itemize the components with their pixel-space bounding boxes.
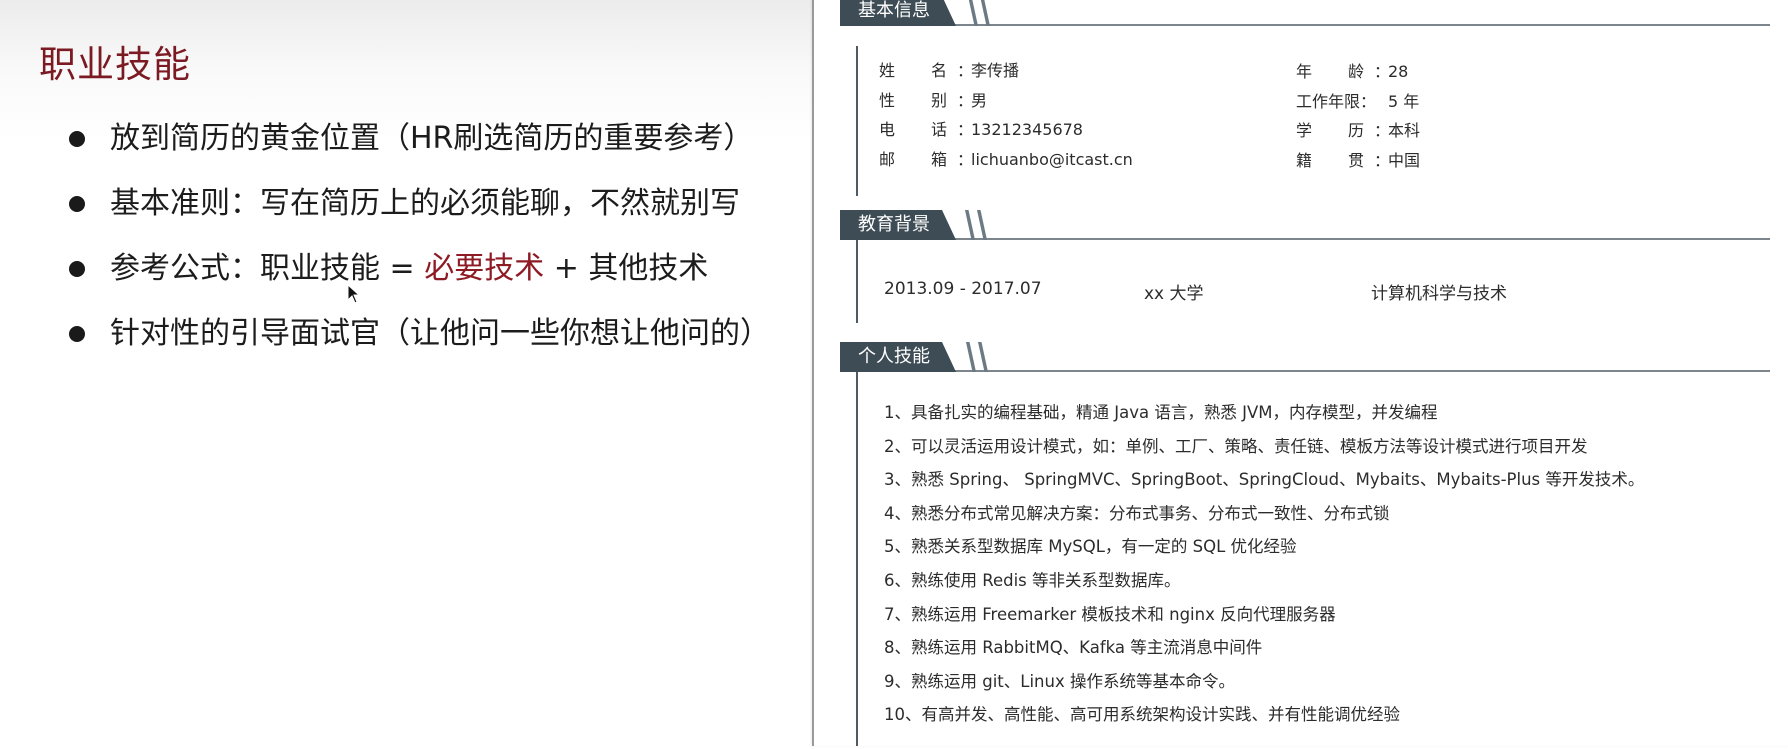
info-label: 性 别： — [879, 90, 984, 110]
skill-item: 4、熟悉分布式常见解决方案：分布式事务、分布式一致性、分布式锁 — [884, 503, 1390, 523]
skill-item: 5、熟悉关系型数据库 MySQL，有一定的 SQL 优化经验 — [884, 537, 1297, 557]
info-label: 学 历： — [1296, 121, 1401, 140]
bullet-dot-icon — [69, 326, 85, 342]
info-label: 邮 箱： — [879, 149, 984, 169]
skill-item: 2、可以灵活运用设计模式，如：单例、工厂、策略、责任链、模板方法等设计模式进行项… — [884, 436, 1588, 456]
bullet-text: 针对性的引导面试官（让他问一些你想让他问的） — [110, 316, 770, 351]
section-divider-line — [856, 372, 858, 746]
basic-info-left: 姓 名：李传播 性 别：男 电 话：13212345678 邮 箱：lichua… — [879, 56, 1133, 174]
education-school: xx 大学 — [1144, 284, 1204, 304]
bullet-item: 放到简历的黄金位置（HR刷选简历的重要参考） — [66, 116, 770, 181]
resume-document: 基本信息 姓 名：李传播 性 别：男 电 话：13212345678 邮 箱：l… — [812, 0, 1788, 746]
skill-item: 1、具备扎实的编程基础，精通 Java 语言，熟悉 JVM，内存模型，并发编程 — [884, 403, 1438, 422]
info-value: 男 — [971, 90, 988, 110]
basic-info-right: 年 龄：28 工作年限： 5 年 学 历：本科 籍 贯：中国 — [1296, 57, 1420, 175]
bullet-text: 放到简历的黄金位置（HR刷选简历的重要参考） — [110, 121, 754, 156]
info-value: lichuanbo@itcast.cn — [971, 149, 1133, 169]
info-row: 姓 名：李传播 — [879, 56, 1133, 86]
bullet-dot-icon — [69, 196, 85, 212]
skill-item: 10、有高并发、高性能、高可用系统架构设计实践、并有性能调优经验 — [884, 705, 1400, 725]
info-value: 28 — [1388, 62, 1409, 81]
section-divider-line — [856, 240, 858, 323]
section-title: 个人技能 — [840, 342, 956, 372]
skill-item: 6、熟练使用 Redis 等非关系型数据库。 — [884, 570, 1181, 590]
skill-item: 3、熟悉 Spring、 SpringMVC、SpringBoot、Spring… — [884, 470, 1645, 490]
info-label: 姓 名： — [879, 61, 984, 80]
info-row: 籍 贯：中国 — [1296, 146, 1420, 176]
section-title: 基本信息 — [840, 0, 956, 26]
info-value: 本科 — [1388, 121, 1421, 140]
bullet-list: 放到简历的黄金位置（HR刷选简历的重要参考） 基本准则：写在简历上的必须能聊，不… — [66, 116, 770, 376]
info-value: 中国 — [1388, 150, 1421, 170]
info-label: 年 龄： — [1296, 62, 1401, 81]
info-label: 电 话： — [879, 120, 984, 139]
skill-item: 9、熟练运用 git、Linux 操作系统等基本命令。 — [884, 671, 1235, 691]
formula-highlight: 必要技术 — [424, 251, 545, 286]
info-row: 学 历：本科 — [1296, 116, 1420, 146]
info-label: 工作年限： — [1296, 91, 1377, 111]
bullet-item: 基本准则：写在简历上的必须能聊，不然就别写 — [66, 181, 770, 246]
skill-item: 8、熟练运用 RabbitMQ、Kafka 等主流消息中间件 — [884, 638, 1263, 658]
section-title: 教育背景 — [840, 210, 956, 240]
info-row: 电 话：13212345678 — [879, 115, 1133, 145]
info-row: 性 别：男 — [879, 86, 1133, 116]
info-value: 13212345678 — [971, 120, 1083, 139]
bullet-text: 基本准则：写在简历上的必须能聊，不然就别写 — [110, 186, 740, 221]
bullet-item: 参考公式：职业技能 = 必要技术 + 其他技术 — [66, 246, 770, 311]
section-header-basic: 基本信息 — [840, 0, 1770, 26]
slide-title: 职业技能 — [39, 43, 191, 86]
info-row: 邮 箱：lichuanbo@itcast.cn — [879, 145, 1133, 175]
mouse-cursor-icon — [347, 284, 361, 304]
info-row: 工作年限： 5 年 — [1296, 87, 1420, 117]
bullet-dot-icon — [69, 131, 85, 147]
formula-suffix: + 其他技术 — [544, 251, 709, 286]
section-header-skills: 个人技能 — [840, 342, 1770, 372]
info-value: 5 年 — [1388, 91, 1420, 111]
info-label: 籍 贯： — [1296, 150, 1401, 170]
education-period: 2013.09 - 2017.07 — [884, 279, 1042, 299]
education-major: 计算机科学与技术 — [1371, 284, 1507, 304]
bullet-dot-icon — [69, 261, 85, 277]
info-row: 年 龄：28 — [1296, 57, 1420, 87]
formula-prefix: 参考公式：职业技能 = — [110, 251, 425, 286]
info-value: 李传播 — [971, 61, 1020, 80]
section-header-education: 教育背景 — [840, 210, 1770, 240]
bullet-item: 针对性的引导面试官（让他问一些你想让他问的） — [66, 311, 770, 376]
skill-item: 7、熟练运用 Freemarker 模板技术和 nginx 反向代理服务器 — [884, 604, 1336, 624]
skills-list: 1、具备扎实的编程基础，精通 Java 语言，熟悉 JVM，内存模型，并发编程 … — [884, 401, 1644, 737]
section-divider-line — [856, 46, 858, 196]
